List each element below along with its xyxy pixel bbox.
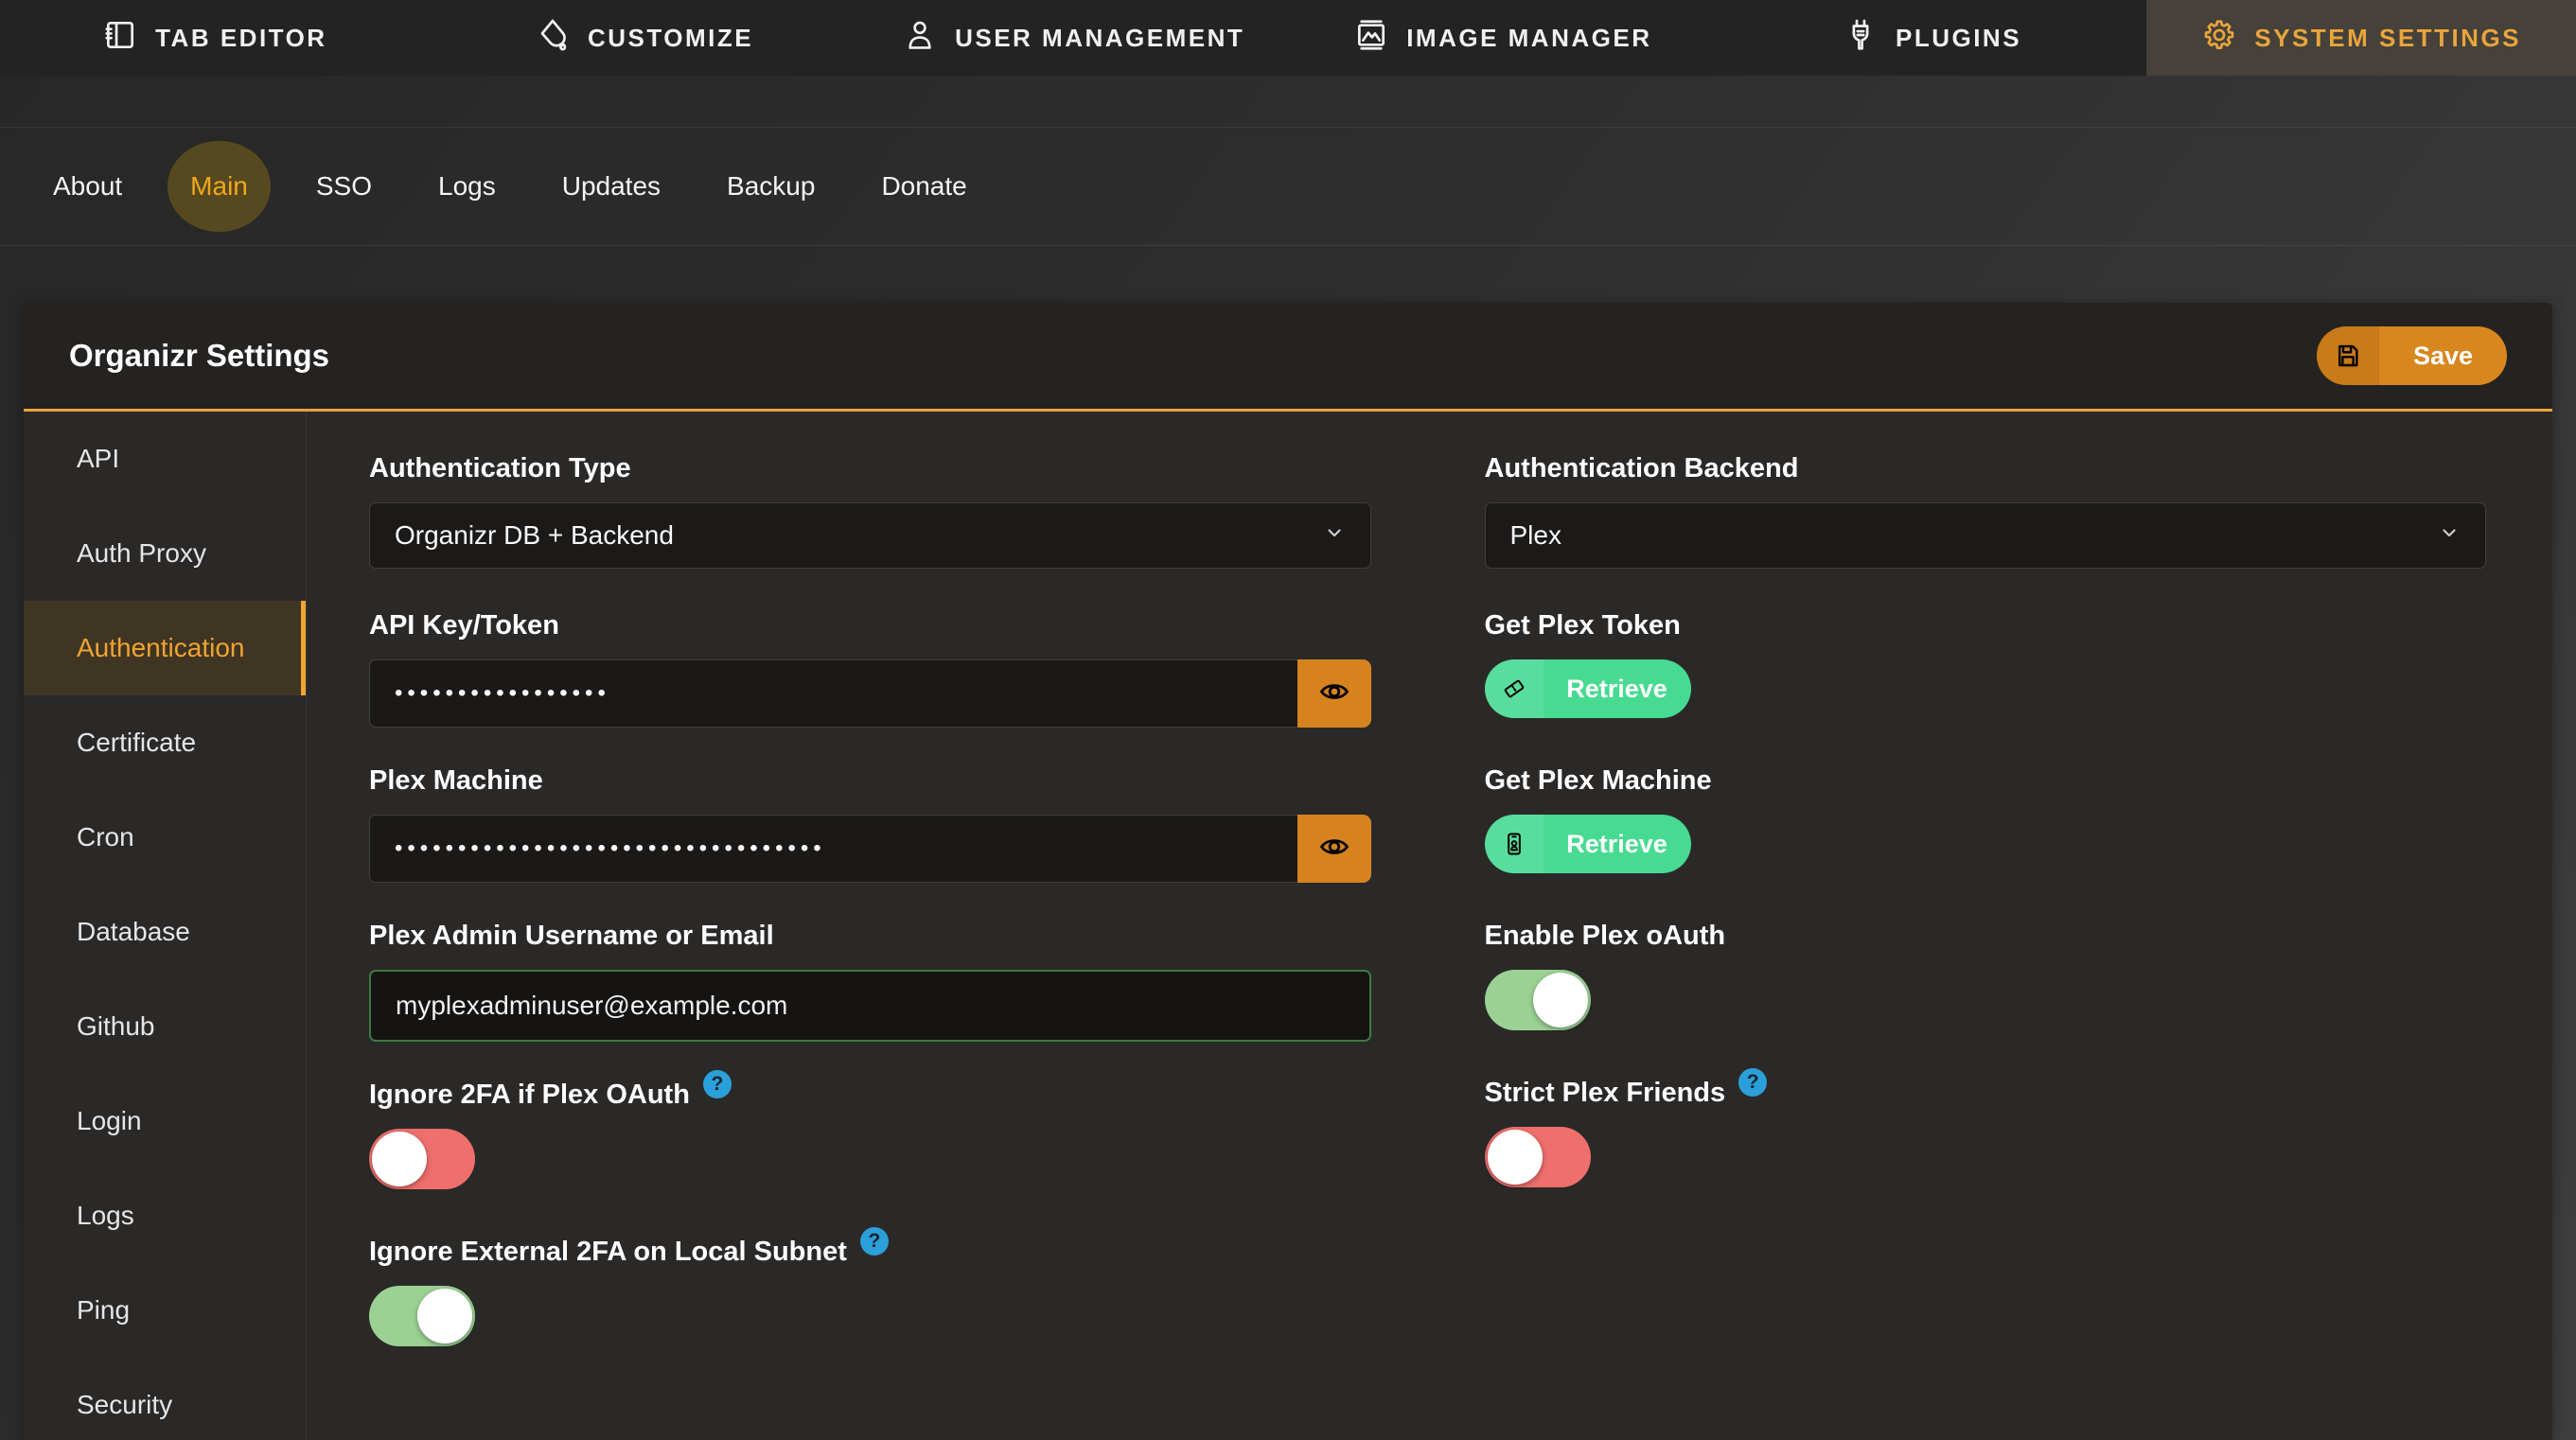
ignore-external-2fa-toggle[interactable]: [369, 1286, 475, 1346]
auth-backend-value: Plex: [1510, 520, 1561, 551]
topbar-item-image-manager[interactable]: IMAGE MANAGER: [1288, 0, 1718, 76]
topbar-item-label: CUSTOMIZE: [588, 24, 753, 53]
tab-backup[interactable]: Backup: [706, 171, 836, 202]
strict-friends-toggle[interactable]: [1485, 1127, 1591, 1187]
topbar-item-customize[interactable]: CUSTOMIZE: [430, 0, 859, 76]
auth-type-label: Authentication Type: [369, 453, 631, 484]
save-button-label: Save: [2379, 326, 2507, 385]
settings-sidebar: API Auth Proxy Authentication Certificat…: [24, 412, 307, 1440]
help-icon[interactable]: ?: [860, 1227, 889, 1256]
chevron-down-icon: [2438, 520, 2461, 551]
form-column-right: Authentication Backend Plex Get Plex Tok…: [1485, 453, 2487, 1394]
plex-admin-input[interactable]: myplexadminuser@example.com: [369, 970, 1371, 1042]
ignore-external-2fa-group: Ignore External 2FA on Local Subnet ?: [369, 1237, 1371, 1346]
sidebar-item-database[interactable]: Database: [24, 885, 306, 979]
tab-logs[interactable]: Logs: [417, 171, 517, 202]
sidebar-item-login[interactable]: Login: [24, 1074, 306, 1168]
plex-machine-reveal-button[interactable]: [1297, 815, 1371, 883]
eye-icon: [1318, 831, 1350, 868]
eye-icon: [1318, 676, 1350, 712]
get-plex-token-label: Get Plex Token: [1485, 610, 1681, 641]
topbar-item-tab-editor[interactable]: TAB EDITOR: [0, 0, 430, 76]
sidebar-item-github[interactable]: Github: [24, 979, 306, 1074]
sidebar-item-auth-proxy[interactable]: Auth Proxy: [24, 506, 306, 601]
topbar-item-label: SYSTEM SETTINGS: [2254, 24, 2521, 53]
topbar-item-label: IMAGE MANAGER: [1406, 24, 1651, 53]
user-management-icon: [902, 17, 938, 60]
get-plex-machine-group: Get Plex Machine Retrieve: [1485, 765, 2487, 873]
strict-friends-group: Strict Plex Friends ?: [1485, 1078, 2487, 1187]
save-button[interactable]: Save: [2317, 326, 2507, 385]
topbar-item-label: PLUGINS: [1896, 24, 2021, 53]
sidebar-item-certificate[interactable]: Certificate: [24, 695, 306, 790]
chevron-down-icon: [1323, 520, 1346, 551]
api-key-reveal-button[interactable]: [1297, 659, 1371, 728]
plex-admin-group: Plex Admin Username or Email myplexadmin…: [369, 921, 1371, 1042]
plex-machine-group: Plex Machine •••••••••••••••••••••••••••…: [369, 765, 1371, 883]
auth-backend-label: Authentication Backend: [1485, 453, 1799, 484]
plugins-icon: [1843, 17, 1879, 60]
page-title: Organizr Settings: [69, 338, 329, 374]
auth-backend-select[interactable]: Plex: [1485, 502, 2487, 569]
ticket-icon: [1485, 659, 1544, 718]
panel-body: API Auth Proxy Authentication Certificat…: [24, 412, 2552, 1440]
tab-editor-icon: [102, 17, 138, 60]
ignore-external-2fa-label: Ignore External 2FA on Local Subnet: [369, 1237, 847, 1268]
settings-form: Authentication Type Organizr DB + Backen…: [307, 412, 2552, 1440]
sidebar-item-security[interactable]: Security: [24, 1358, 306, 1440]
strict-friends-label: Strict Plex Friends: [1485, 1078, 1726, 1109]
help-icon[interactable]: ?: [703, 1070, 732, 1098]
organizr-settings-screen: TAB EDITOR CUSTOMIZE USER MANAGEMENT IMA…: [0, 0, 2576, 1440]
topbar-item-plugins[interactable]: PLUGINS: [1718, 0, 2147, 76]
get-plex-token-group: Get Plex Token Retrieve: [1485, 610, 2487, 718]
topbar-item-label: USER MANAGEMENT: [955, 24, 1244, 53]
sidebar-item-authentication[interactable]: Authentication: [24, 601, 306, 695]
tab-sso[interactable]: SSO: [295, 171, 393, 202]
auth-backend-group: Authentication Backend Plex: [1485, 453, 2487, 569]
tab-updates[interactable]: Updates: [541, 171, 681, 202]
floppy-disk-icon: [2317, 326, 2379, 385]
enable-oauth-label: Enable Plex oAuth: [1485, 921, 1726, 952]
api-key-group: API Key/Token •••••••••••••••••: [369, 610, 1371, 728]
id-card-icon: [1485, 815, 1544, 873]
auth-type-group: Authentication Type Organizr DB + Backen…: [369, 453, 1371, 569]
sidebar-item-api[interactable]: API: [24, 412, 306, 506]
tab-main[interactable]: Main: [168, 141, 271, 232]
retrieve-machine-button[interactable]: Retrieve: [1485, 815, 1691, 873]
plex-machine-input[interactable]: ••••••••••••••••••••••••••••••••••: [369, 815, 1297, 883]
ignore-2fa-group: Ignore 2FA if Plex OAuth ?: [369, 1080, 1371, 1189]
topbar-item-system-settings[interactable]: SYSTEM SETTINGS: [2146, 0, 2576, 76]
api-key-label: API Key/Token: [369, 610, 559, 641]
ignore-2fa-toggle[interactable]: [369, 1129, 475, 1189]
help-icon[interactable]: ?: [1738, 1068, 1767, 1097]
retrieve-token-label: Retrieve: [1544, 659, 1691, 718]
customize-icon: [535, 17, 571, 60]
panel-header: Organizr Settings Save: [24, 303, 2552, 412]
tab-about[interactable]: About: [32, 171, 143, 202]
ignore-2fa-label: Ignore 2FA if Plex OAuth: [369, 1080, 690, 1111]
settings-panel: Organizr Settings Save API Auth Proxy Au…: [24, 303, 2552, 1440]
retrieve-machine-label: Retrieve: [1544, 815, 1691, 873]
sidebar-item-logs[interactable]: Logs: [24, 1168, 306, 1263]
sidebar-item-cron[interactable]: Cron: [24, 790, 306, 885]
get-plex-machine-label: Get Plex Machine: [1485, 765, 1712, 797]
sidebar-item-ping[interactable]: Ping: [24, 1263, 306, 1358]
auth-type-value: Organizr DB + Backend: [395, 520, 674, 551]
api-key-input[interactable]: •••••••••••••••••: [369, 659, 1297, 728]
topbar-item-user-management[interactable]: USER MANAGEMENT: [858, 0, 1288, 76]
gear-icon: [2201, 17, 2237, 60]
enable-oauth-toggle[interactable]: [1485, 970, 1591, 1030]
auth-type-select[interactable]: Organizr DB + Backend: [369, 502, 1371, 569]
retrieve-token-button[interactable]: Retrieve: [1485, 659, 1691, 718]
image-manager-icon: [1353, 17, 1389, 60]
tab-donate[interactable]: Donate: [860, 171, 987, 202]
form-column-left: Authentication Type Organizr DB + Backen…: [369, 453, 1371, 1394]
settings-tabs: About Main SSO Logs Updates Backup Donat…: [0, 127, 2576, 246]
topbar-item-label: TAB EDITOR: [155, 24, 326, 53]
enable-oauth-group: Enable Plex oAuth: [1485, 921, 2487, 1030]
top-navigation: TAB EDITOR CUSTOMIZE USER MANAGEMENT IMA…: [0, 0, 2576, 76]
plex-machine-label: Plex Machine: [369, 765, 543, 797]
plex-admin-label: Plex Admin Username or Email: [369, 921, 774, 952]
